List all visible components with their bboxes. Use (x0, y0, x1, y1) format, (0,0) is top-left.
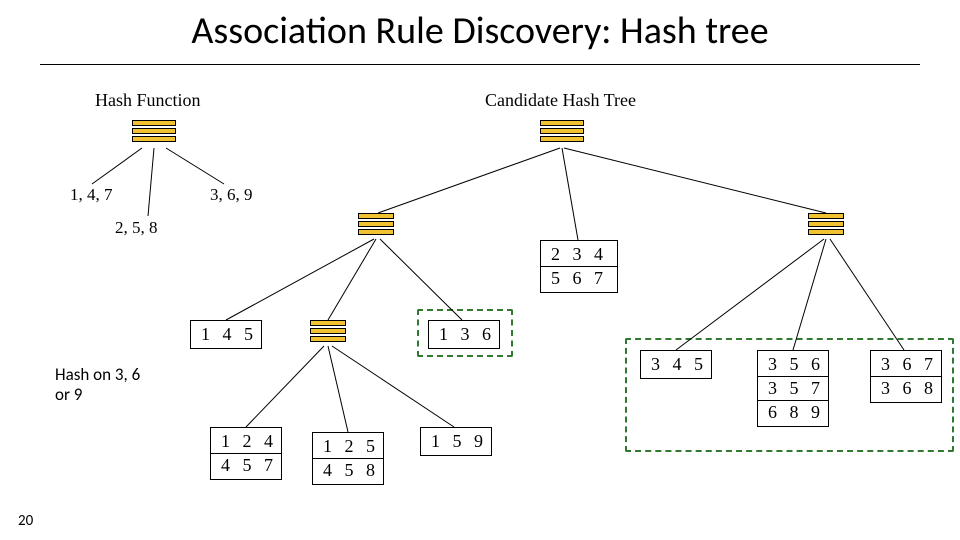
leaf-356-357-689: 3 5 6 3 5 7 6 8 9 (757, 350, 829, 427)
leaf-159: 1 5 9 (420, 427, 492, 456)
leaf-136: 1 3 6 (428, 320, 500, 349)
hash-on-369-note: Hash on 3, 6 or 9 (55, 365, 140, 406)
hash-function-icon (132, 120, 176, 144)
leaf-125-458: 1 2 5 4 5 8 (312, 432, 384, 485)
branch-258-label: 2, 5, 8 (115, 218, 158, 238)
tree-node-left-icon (358, 213, 394, 237)
leaf-367-368: 3 6 7 3 6 8 (870, 350, 942, 403)
connector-lines (0, 0, 960, 540)
leaf-124-457: 1 2 4 4 5 7 (210, 427, 282, 480)
branch-147-label: 1, 4, 7 (70, 185, 113, 205)
branch-369-label: 3, 6, 9 (210, 185, 253, 205)
tree-node-leftchild-icon (310, 320, 346, 344)
slide-number: 20 (18, 512, 33, 530)
slide-title: Association Rule Discovery: Hash tree (0, 8, 960, 54)
leaf-234-567: 2 3 4 5 6 7 (540, 240, 618, 293)
tree-node-right-icon (808, 213, 844, 237)
leaf-145: 1 4 5 (190, 320, 262, 349)
tree-root-icon (540, 120, 584, 144)
leaf-345: 3 4 5 (640, 350, 712, 379)
hash-function-label: Hash Function (95, 90, 201, 111)
title-underline (40, 64, 920, 65)
candidate-hash-tree-label: Candidate Hash Tree (485, 90, 636, 111)
